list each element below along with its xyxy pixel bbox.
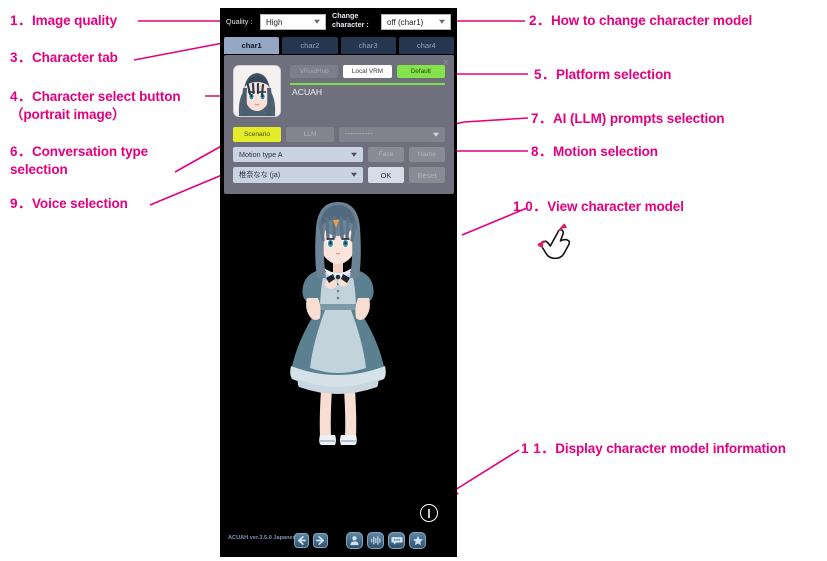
platform-selection-group: VRoidHub Local VRM Default bbox=[290, 65, 445, 78]
audio-waveform-icon bbox=[370, 536, 381, 545]
reset-button[interactable]: Reset bbox=[409, 167, 445, 183]
annotation-4: 4．Character select button （portrait imag… bbox=[10, 89, 181, 122]
annotation-1: 1．Image quality bbox=[10, 13, 117, 28]
character-settings-card: × VRoidHub Local VRM Default ACUAH Scena… bbox=[224, 55, 454, 194]
quality-select[interactable]: High bbox=[260, 14, 326, 30]
screenshot-root: 1．Image quality 3．Character tab 4．Charac… bbox=[0, 0, 827, 561]
character-model-viewport[interactable] bbox=[220, 198, 457, 557]
forward-button[interactable] bbox=[313, 533, 328, 548]
back-arrow-icon bbox=[297, 536, 306, 545]
motion-select-value: Motion type A bbox=[239, 150, 283, 159]
character-model-render bbox=[220, 198, 457, 557]
platform-active-underline bbox=[290, 83, 445, 85]
chevron-down-icon bbox=[439, 19, 445, 24]
llm-prompts-select[interactable]: ---------- bbox=[339, 127, 445, 142]
chevron-down-icon bbox=[314, 19, 320, 24]
ok-button[interactable]: OK bbox=[368, 167, 404, 183]
annotation-8: 8．Motion selection bbox=[531, 144, 658, 159]
platform-vroidhub-button[interactable]: VRoidHub bbox=[290, 65, 339, 78]
annotation-7: 7．AI (LLM) prompts selection bbox=[531, 111, 725, 126]
info-icon bbox=[428, 508, 430, 518]
model-name-label: ACUAH bbox=[292, 87, 323, 97]
conversation-llm-button[interactable]: LLM bbox=[286, 127, 334, 142]
forward-arrow-icon bbox=[316, 536, 325, 545]
platform-local-vrm-button[interactable]: Local VRM bbox=[343, 65, 392, 78]
person-icon bbox=[350, 536, 359, 546]
character-tab-bar: char1 char2 char3 char4 bbox=[224, 37, 454, 54]
tab-char4[interactable]: char4 bbox=[398, 37, 454, 54]
application-window: Quality : High Change character : off (c… bbox=[220, 8, 457, 557]
version-info-label: ACUAH ver.3.5.0 Japanese bbox=[228, 535, 299, 541]
model-info-button[interactable] bbox=[420, 504, 438, 522]
platform-default-button[interactable]: Default bbox=[396, 65, 445, 78]
annotation-5: 5．Platform selection bbox=[534, 67, 672, 82]
conversation-type-row: Scenario LLM ---------- bbox=[233, 127, 445, 142]
face-button[interactable]: Face bbox=[368, 147, 404, 162]
conversation-scenario-button[interactable]: Scenario bbox=[233, 127, 281, 142]
star-icon bbox=[412, 535, 423, 546]
voice-row: 椎奈なな (ja) OK Reset bbox=[233, 167, 445, 183]
character-portrait-image bbox=[234, 66, 280, 116]
character-select-portrait-button[interactable] bbox=[233, 65, 281, 117]
chevron-down-icon bbox=[351, 152, 357, 157]
annotation-2: 2．How to change character model bbox=[529, 13, 753, 28]
chat-bubble-icon bbox=[390, 537, 403, 545]
back-button[interactable] bbox=[294, 533, 309, 548]
change-character-select[interactable]: off (char1) bbox=[381, 14, 451, 30]
chevron-down-icon bbox=[351, 172, 357, 177]
bottom-toolbar bbox=[294, 532, 426, 549]
annotation-3: 3．Character tab bbox=[10, 50, 118, 65]
llm-prompts-value: ---------- bbox=[345, 131, 374, 138]
motion-row: Motion type A Face Name bbox=[233, 147, 445, 162]
tab-char3[interactable]: char3 bbox=[340, 37, 396, 54]
annotation-6: 6．Conversation type selection bbox=[10, 144, 149, 177]
annotation-10: 1 0．View character model bbox=[513, 199, 684, 214]
voice-button[interactable] bbox=[367, 532, 384, 549]
tab-char2[interactable]: char2 bbox=[282, 37, 338, 54]
favorites-button[interactable] bbox=[409, 532, 426, 549]
voice-select[interactable]: 椎奈なな (ja) bbox=[233, 167, 363, 183]
change-character-label: Change character : bbox=[332, 11, 369, 29]
quality-label: Quality : bbox=[226, 17, 253, 26]
annotation-9: 9．Voice selection bbox=[10, 196, 128, 211]
top-settings-bar: Quality : High Change character : off (c… bbox=[220, 8, 457, 36]
change-character-value: off (char1) bbox=[387, 17, 424, 27]
tab-char1[interactable]: char1 bbox=[224, 37, 280, 54]
chevron-down-icon bbox=[433, 132, 439, 137]
annotation-11: 1 1．Display character model information bbox=[521, 441, 786, 456]
chat-button[interactable] bbox=[388, 532, 405, 549]
pointing-hand-gesture-icon bbox=[537, 223, 571, 260]
name-button[interactable]: Name bbox=[409, 147, 445, 162]
quality-select-value: High bbox=[266, 17, 283, 27]
voice-select-value: 椎奈なな (ja) bbox=[239, 170, 281, 179]
motion-select[interactable]: Motion type A bbox=[233, 147, 363, 162]
character-button[interactable] bbox=[346, 532, 363, 549]
